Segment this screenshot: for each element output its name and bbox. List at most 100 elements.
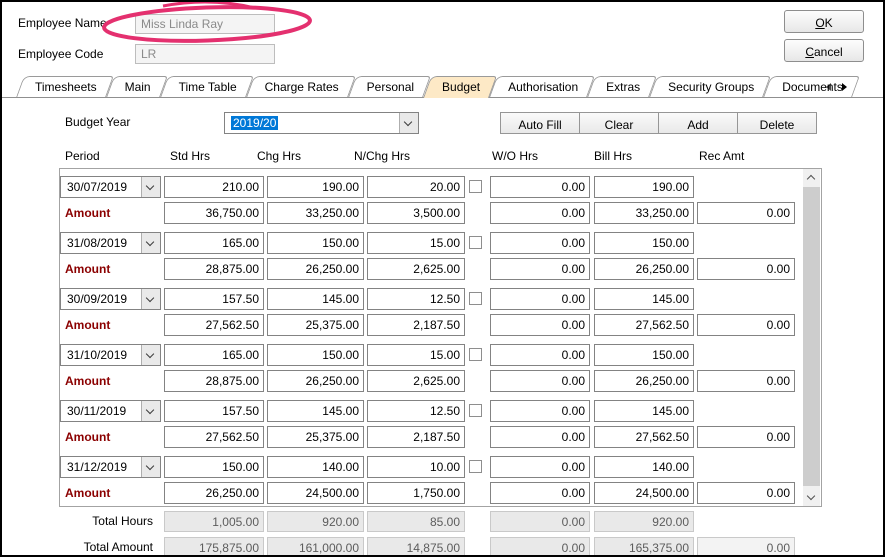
period-dropdown[interactable]: 31/12/2019: [60, 456, 161, 478]
nchg-amount-input[interactable]: [367, 482, 465, 504]
wo-hrs-input[interactable]: [490, 344, 590, 366]
clear-button[interactable]: Clear: [579, 112, 659, 134]
nchg-hrs-input[interactable]: [367, 456, 465, 478]
bill-hrs-input[interactable]: [594, 176, 694, 198]
ok-button[interactable]: OK: [784, 10, 864, 33]
wo-hrs-input[interactable]: [490, 176, 590, 198]
chg-hrs-input[interactable]: [267, 344, 364, 366]
nchg-hrs-input[interactable]: [367, 288, 465, 310]
period-dropdown[interactable]: 31/10/2019: [60, 344, 161, 366]
add-button[interactable]: Add: [658, 112, 738, 134]
wo-checkbox[interactable]: [469, 292, 482, 305]
std-hrs-input[interactable]: [164, 400, 264, 422]
nchg-hrs-input[interactable]: [367, 400, 465, 422]
bill-amount-input[interactable]: [594, 482, 694, 504]
wo-checkbox[interactable]: [469, 404, 482, 417]
bill-hrs-input[interactable]: [594, 456, 694, 478]
budget-year-dropdown[interactable]: 2019/20: [224, 112, 419, 134]
chg-amount-input[interactable]: [267, 426, 364, 448]
chg-amount-input[interactable]: [267, 482, 364, 504]
tab-charge-rates[interactable]: Charge Rates: [250, 76, 352, 97]
bill-hrs-input[interactable]: [594, 344, 694, 366]
bill-hrs-input[interactable]: [594, 400, 694, 422]
chg-hrs-input[interactable]: [267, 288, 364, 310]
wo-hrs-input[interactable]: [490, 288, 590, 310]
employee-name-field[interactable]: [135, 14, 275, 34]
nchg-hrs-input[interactable]: [367, 176, 465, 198]
wo-checkbox[interactable]: [469, 236, 482, 249]
bill-amount-input[interactable]: [594, 426, 694, 448]
std-hrs-input[interactable]: [164, 232, 264, 254]
std-hrs-input[interactable]: [164, 344, 264, 366]
nchg-amount-input[interactable]: [367, 370, 465, 392]
bill-hrs-input[interactable]: [594, 232, 694, 254]
std-hrs-input[interactable]: [164, 176, 264, 198]
wo-checkbox[interactable]: [469, 460, 482, 473]
chg-hrs-input[interactable]: [267, 456, 364, 478]
std-amount-input[interactable]: [164, 370, 264, 392]
wo-checkbox[interactable]: [469, 180, 482, 193]
period-dropdown[interactable]: 30/11/2019: [60, 400, 161, 422]
tab-authorisation[interactable]: Authorisation: [493, 76, 591, 97]
wo-hrs-input[interactable]: [490, 232, 590, 254]
bill-amount-input[interactable]: [594, 370, 694, 392]
delete-button[interactable]: Delete: [737, 112, 817, 134]
tab-timesheets[interactable]: Timesheets: [20, 76, 110, 97]
rec-amount-input[interactable]: [697, 370, 795, 392]
std-hrs-input[interactable]: [164, 288, 264, 310]
std-amount-input[interactable]: [164, 482, 264, 504]
tab-main[interactable]: Main: [110, 76, 164, 97]
wo-amount-input[interactable]: [490, 426, 590, 448]
nchg-hrs-input[interactable]: [367, 232, 465, 254]
wo-hrs-input[interactable]: [490, 400, 590, 422]
chg-amount-input[interactable]: [267, 370, 364, 392]
std-amount-input[interactable]: [164, 258, 264, 280]
bill-amount-input[interactable]: [594, 258, 694, 280]
chevron-down-icon[interactable]: [141, 177, 160, 197]
chg-amount-input[interactable]: [267, 258, 364, 280]
chevron-down-icon[interactable]: [141, 289, 160, 309]
bill-amount-input[interactable]: [594, 202, 694, 224]
wo-amount-input[interactable]: [490, 314, 590, 336]
chg-hrs-input[interactable]: [267, 176, 364, 198]
rec-amount-input[interactable]: [697, 314, 795, 336]
chevron-down-icon[interactable]: [141, 345, 160, 365]
tab-security-groups[interactable]: Security Groups: [653, 76, 767, 97]
std-amount-input[interactable]: [164, 314, 264, 336]
employee-code-field[interactable]: [135, 44, 275, 64]
chg-hrs-input[interactable]: [267, 400, 364, 422]
wo-checkbox[interactable]: [469, 348, 482, 361]
period-dropdown[interactable]: 30/09/2019: [60, 288, 161, 310]
nchg-amount-input[interactable]: [367, 202, 465, 224]
nchg-amount-input[interactable]: [367, 426, 465, 448]
tab-personal[interactable]: Personal: [352, 76, 427, 97]
chevron-down-icon[interactable]: [141, 233, 160, 253]
tab-time-table[interactable]: Time Table: [164, 76, 250, 97]
tab-documents[interactable]: Documents: [767, 76, 856, 97]
std-amount-input[interactable]: [164, 426, 264, 448]
chevron-down-icon[interactable]: [399, 113, 418, 133]
chevron-down-icon[interactable]: [141, 457, 160, 477]
wo-amount-input[interactable]: [490, 482, 590, 504]
rec-amount-input[interactable]: [697, 482, 795, 504]
nchg-hrs-input[interactable]: [367, 344, 465, 366]
chg-hrs-input[interactable]: [267, 232, 364, 254]
tab-budget[interactable]: Budget: [427, 76, 493, 97]
rec-amount-input[interactable]: [697, 426, 795, 448]
std-amount-input[interactable]: [164, 202, 264, 224]
rec-amount-input[interactable]: [697, 258, 795, 280]
chevron-down-icon[interactable]: [141, 401, 160, 421]
rec-amount-input[interactable]: [697, 202, 795, 224]
period-dropdown[interactable]: 30/07/2019: [60, 176, 161, 198]
nchg-amount-input[interactable]: [367, 258, 465, 280]
cancel-button[interactable]: Cancel: [784, 39, 864, 62]
bill-hrs-input[interactable]: [594, 288, 694, 310]
wo-amount-input[interactable]: [490, 258, 590, 280]
std-hrs-input[interactable]: [164, 456, 264, 478]
wo-amount-input[interactable]: [490, 202, 590, 224]
nchg-amount-input[interactable]: [367, 314, 465, 336]
bill-amount-input[interactable]: [594, 314, 694, 336]
chg-amount-input[interactable]: [267, 314, 364, 336]
tab-extras[interactable]: Extras: [591, 76, 653, 97]
chg-amount-input[interactable]: [267, 202, 364, 224]
